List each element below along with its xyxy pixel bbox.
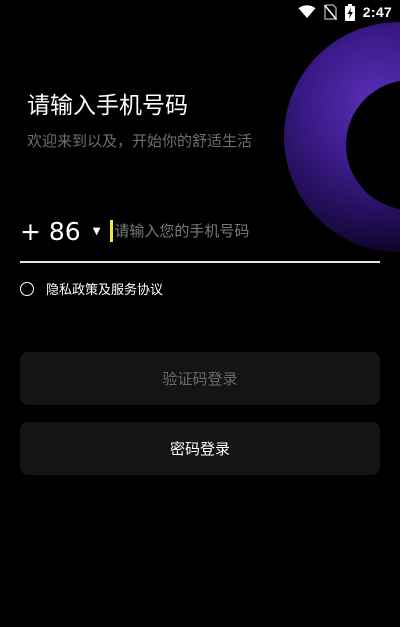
status-time: 2:47	[362, 4, 392, 20]
login-screen: 2:47 请输入手机号码 欢迎来到以及，开始你的舒适生活 + 86 ▼ 隐私政策…	[0, 0, 400, 627]
text-cursor	[110, 220, 114, 242]
page-subtitle: 欢迎来到以及，开始你的舒适生活	[27, 132, 253, 150]
status-bar: 2:47	[0, 0, 400, 24]
phone-row: + 86 ▼	[20, 212, 380, 250]
no-sim-icon	[323, 4, 337, 20]
battery-charging-icon	[344, 3, 355, 21]
agreement-row: 隐私政策及服务协议	[20, 279, 163, 298]
phone-input[interactable]	[114, 216, 380, 246]
agreement-link[interactable]: 隐私政策及服务协议	[46, 279, 163, 298]
code-login-button[interactable]: 验证码登录	[20, 352, 380, 405]
caret-down-icon[interactable]: ▼	[93, 226, 101, 237]
wifi-icon	[298, 5, 316, 19]
country-code-selector[interactable]: + 86	[20, 217, 81, 246]
phone-input-underline	[20, 261, 380, 263]
page-title: 请输入手机号码	[27, 93, 188, 119]
agreement-radio[interactable]	[20, 281, 34, 296]
password-login-button[interactable]: 密码登录	[20, 422, 380, 475]
